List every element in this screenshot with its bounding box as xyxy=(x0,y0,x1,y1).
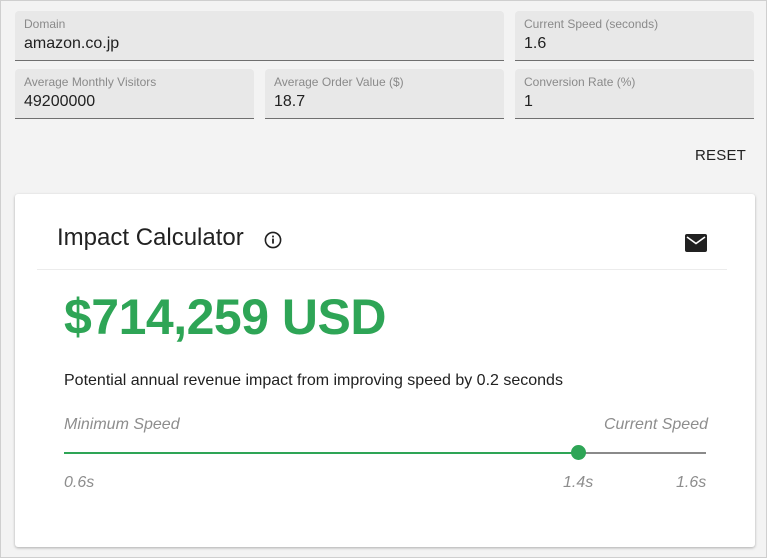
impact-description: Potential annual revenue impact from imp… xyxy=(64,372,563,389)
slider-max-label: 1.6s xyxy=(676,474,707,491)
conversion-rate-label: Conversion Rate (%) xyxy=(524,75,636,89)
domain-field[interactable]: Domain xyxy=(15,11,504,61)
monthly-visitors-input[interactable] xyxy=(24,90,245,112)
impact-calculator-card: Impact Calculator $714,259 USD Potential… xyxy=(15,194,755,547)
info-icon[interactable] xyxy=(264,231,282,249)
slider-min-label: 0.6s xyxy=(64,474,95,491)
slider-value-label: 1.4s xyxy=(563,474,594,491)
reset-button[interactable]: RESET xyxy=(695,141,761,169)
current-speed-input[interactable] xyxy=(524,32,745,54)
mail-icon[interactable] xyxy=(685,234,707,252)
current-speed-label: Current Speed (seconds) xyxy=(524,17,659,31)
order-value-field[interactable]: Average Order Value ($) xyxy=(265,69,504,119)
current-speed-caption: Current Speed xyxy=(603,416,708,433)
monthly-visitors-field[interactable]: Average Monthly Visitors xyxy=(15,69,254,119)
speed-slider-thumb[interactable] xyxy=(570,445,586,460)
card-title: Impact Calculator xyxy=(57,224,244,251)
domain-label: Domain xyxy=(24,17,66,31)
current-speed-field[interactable]: Current Speed (seconds) xyxy=(515,11,754,61)
minimum-speed-label: Minimum Speed xyxy=(64,416,180,433)
monthly-visitors-label: Average Monthly Visitors xyxy=(24,75,157,89)
conversion-rate-field[interactable]: Conversion Rate (%) xyxy=(515,69,754,119)
speed-slider-track[interactable] xyxy=(64,445,706,460)
domain-input[interactable] xyxy=(24,32,495,54)
impact-value: $714,259 USD xyxy=(64,289,387,345)
speed-slider-fill xyxy=(64,452,578,454)
order-value-label: Average Order Value ($) xyxy=(274,75,404,89)
conversion-rate-input[interactable] xyxy=(524,90,745,112)
card-header: Impact Calculator xyxy=(37,194,727,270)
order-value-input[interactable] xyxy=(274,90,495,112)
